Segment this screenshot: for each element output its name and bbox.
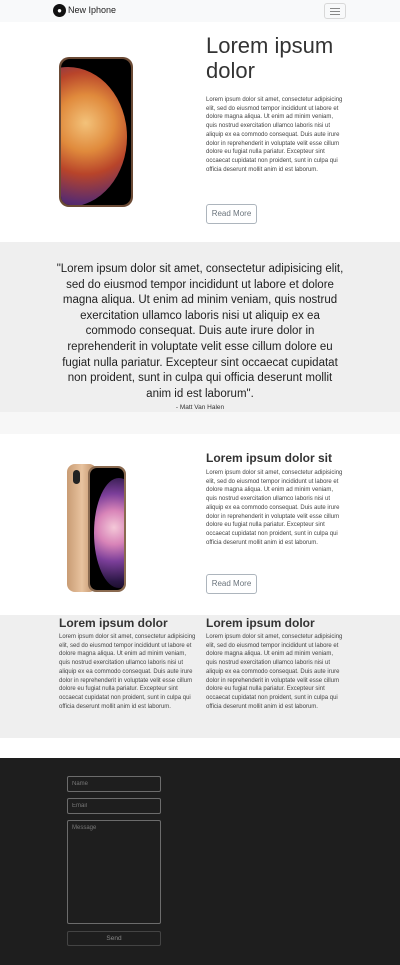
brand-link[interactable]: ● New Iphone (53, 4, 116, 17)
column-2-paragraph: Lorem ipsum dolor sit amet, consectetur … (206, 634, 343, 710)
camera-icon (73, 470, 80, 484)
hero-title: Lorem ipsum dolor (206, 33, 334, 83)
hero-read-more-button[interactable]: Read More (206, 204, 257, 224)
wallpaper-planet (94, 478, 124, 588)
wallpaper-planet (61, 67, 127, 205)
email-field[interactable] (67, 798, 161, 814)
message-field[interactable] (67, 820, 161, 924)
column-1-paragraph: Lorem ipsum dolor sit amet, consectetur … (59, 634, 196, 710)
column-1-title: Lorem ipsum dolor (59, 616, 168, 630)
section2-paragraph: Lorem ipsum dolor sit amet, consectetur … (206, 470, 343, 546)
menu-toggle-button[interactable] (324, 3, 346, 19)
quote-text: "Lorem ipsum dolor sit amet, consectetur… (56, 263, 344, 400)
name-field[interactable] (67, 776, 161, 792)
section2-read-more-button[interactable]: Read More (206, 574, 257, 594)
iphone-side-image (88, 466, 126, 592)
iphone-front-image (59, 57, 133, 207)
navbar: ● New Iphone (0, 0, 400, 22)
phone-screen (61, 59, 131, 205)
hero-paragraph: Lorem ipsum dolor sit amet, consectetur … (206, 97, 343, 173)
brand-name: New Iphone (68, 5, 117, 15)
quote-author: - Matt Van Halen (175, 404, 225, 411)
send-button[interactable]: Send (67, 931, 161, 946)
section2-title: Lorem ipsum dolor sit (206, 451, 333, 465)
contact-footer (0, 758, 400, 965)
apple-icon: ● (53, 4, 66, 17)
section-divider (0, 412, 400, 434)
column-2-title: Lorem ipsum dolor (206, 616, 315, 630)
hamburger-icon (330, 7, 340, 9)
